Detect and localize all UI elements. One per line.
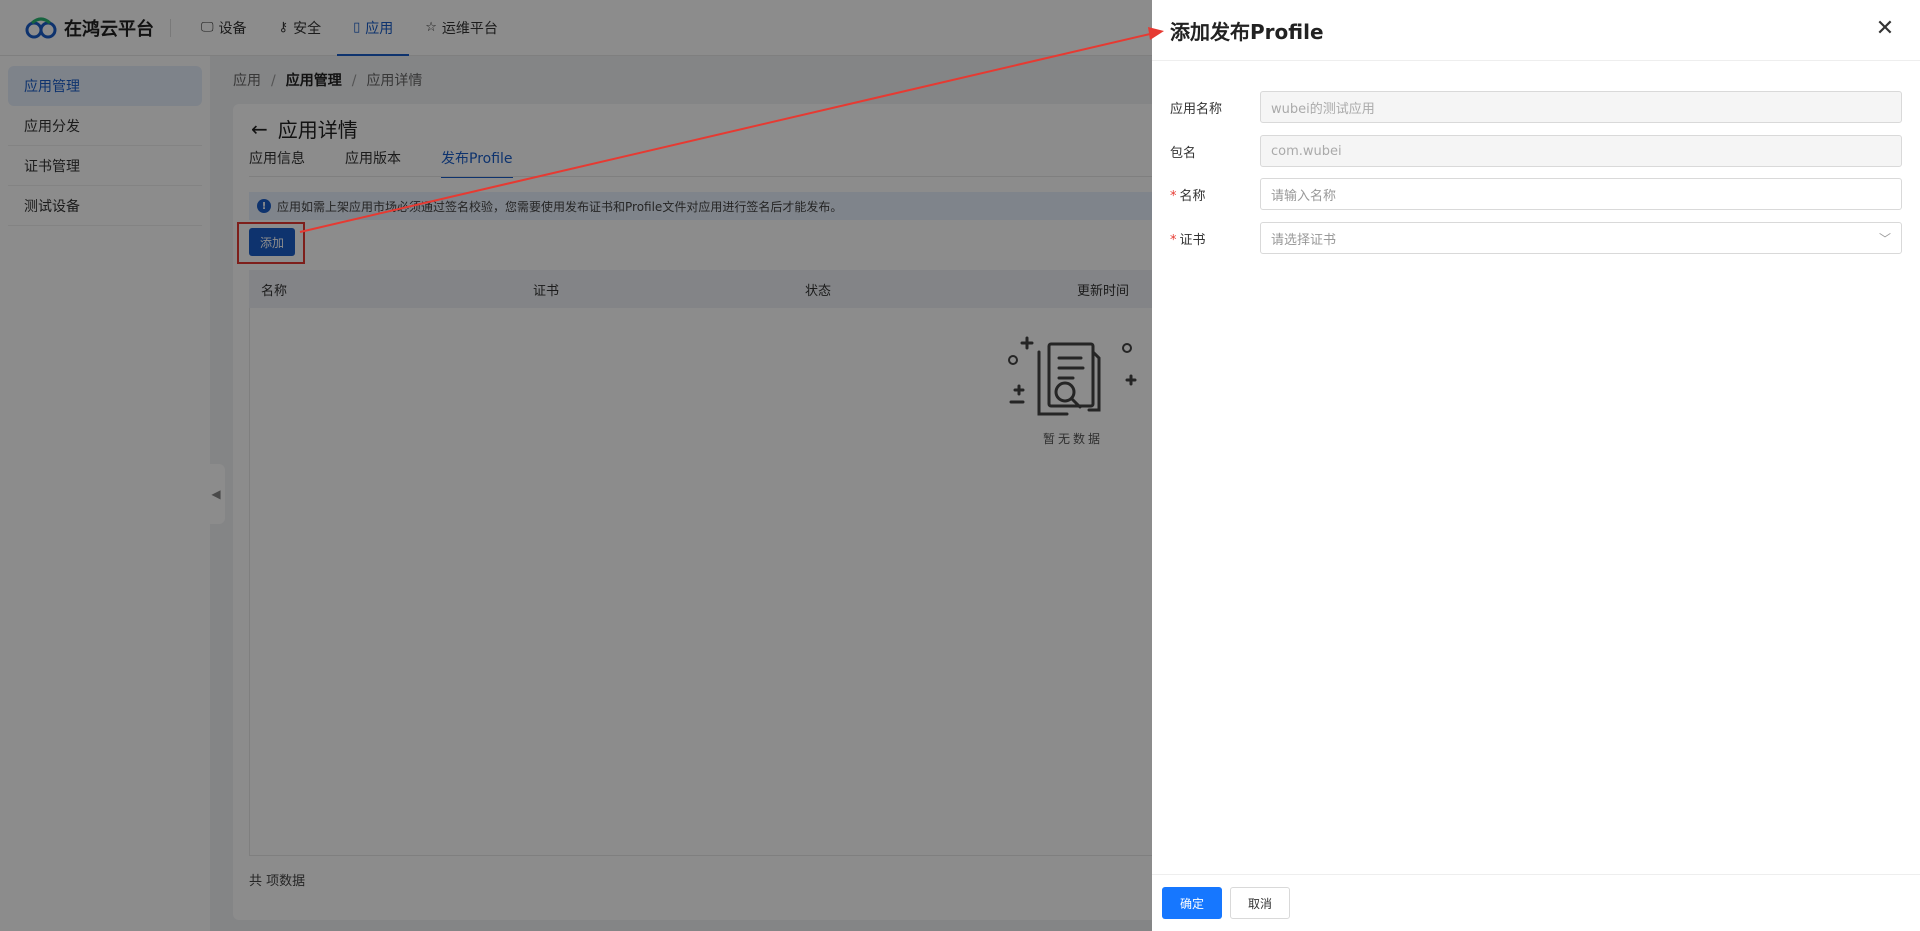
cert-select-placeholder: 请选择证书 [1271,232,1337,248]
name-label: * 名称 [1170,188,1206,204]
drawer-footer: 确定 取消 [1152,874,1920,931]
confirm-button[interactable]: 确定 [1162,887,1222,919]
drawer-title: 添加发布Profile [1170,19,1324,44]
app-name-label: 应用名称 [1170,101,1223,117]
chevron-down-icon: ﹀ [1878,232,1891,246]
form-row-app-name: 应用名称 wubei的测试应用 [1170,91,1902,123]
app-name-field: wubei的测试应用 [1260,91,1902,123]
package-name-label: 包名 [1170,145,1197,161]
modal-mask[interactable] [0,0,1152,931]
cert-label: * 证书 [1170,232,1206,248]
add-profile-drawer: 添加发布Profile ✕ 应用名称 wubei的测试应用 包名 com.wub… [1152,0,1920,931]
close-icon[interactable]: ✕ [1874,18,1896,40]
package-name-field: com.wubei [1260,135,1902,167]
drawer-header: 添加发布Profile ✕ [1152,0,1920,61]
cert-select[interactable]: 请选择证书 ﹀ [1260,222,1902,254]
form-row-name: * 名称 请输入名称 [1170,178,1902,210]
form-row-cert: * 证书 请选择证书 ﹀ [1170,222,1902,254]
cancel-button[interactable]: 取消 [1230,887,1290,919]
name-input[interactable]: 请输入名称 [1260,178,1902,210]
form-row-package: 包名 com.wubei [1170,135,1902,167]
